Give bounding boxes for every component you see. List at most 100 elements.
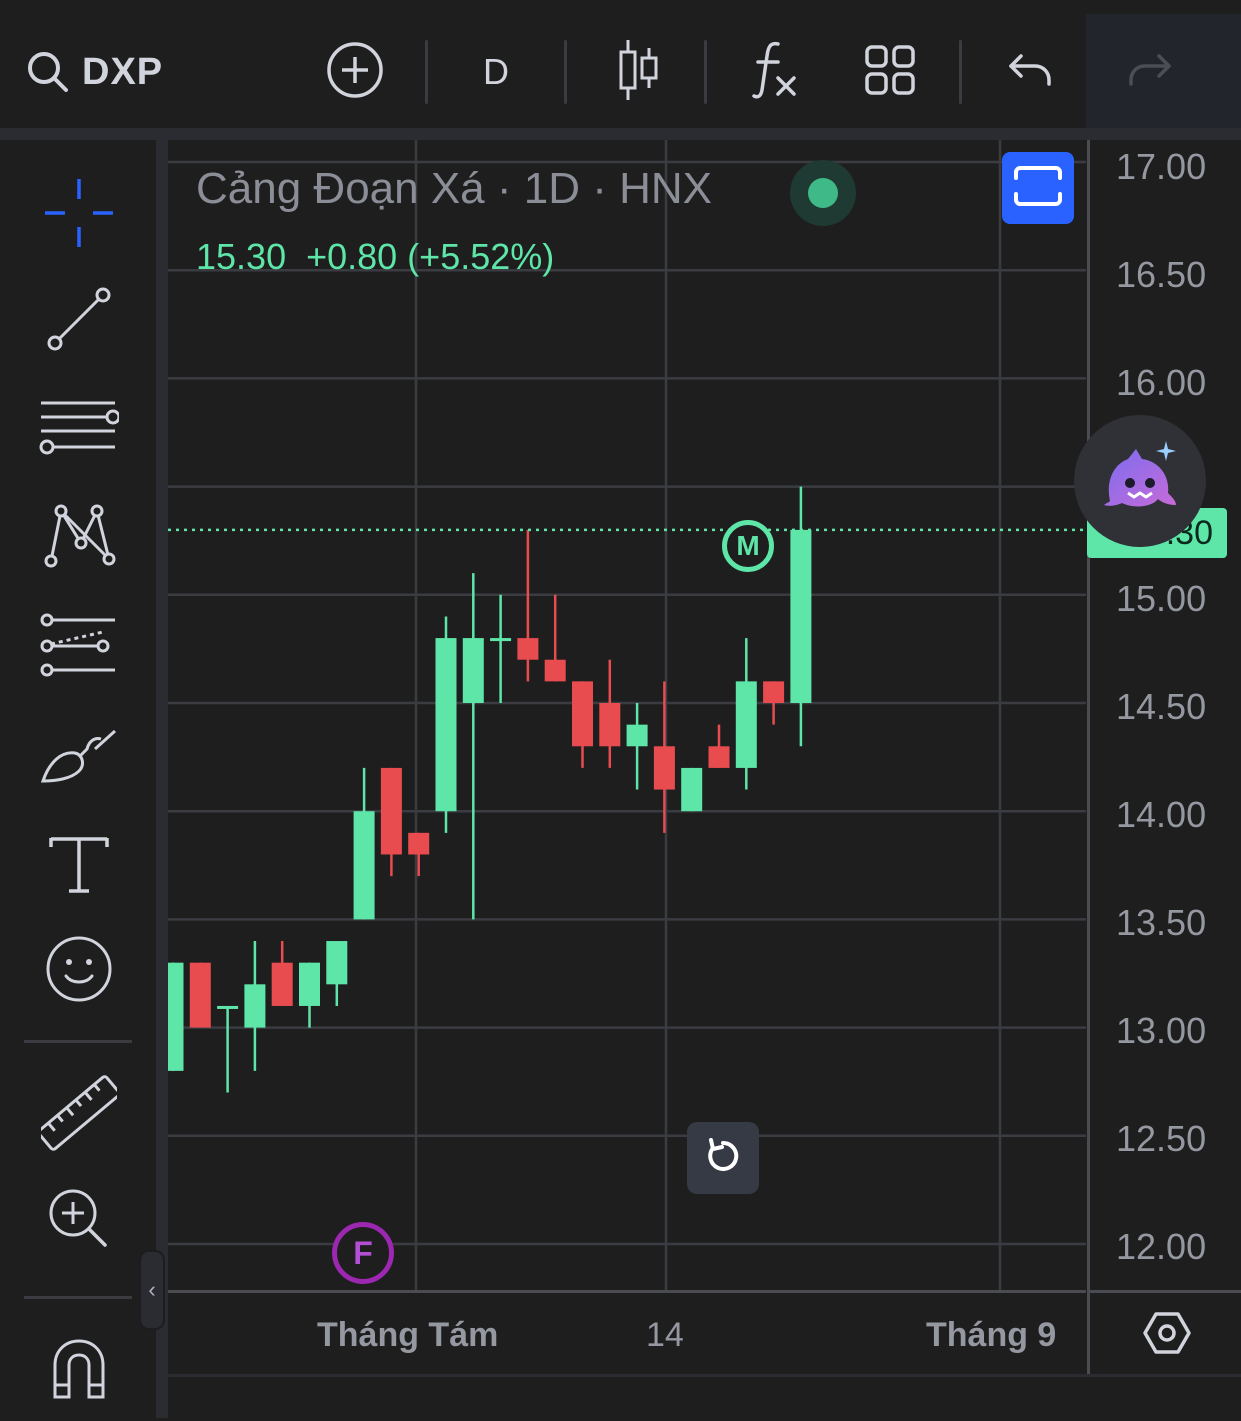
bottom-panel — [168, 1374, 1241, 1421]
text-tool[interactable] — [38, 826, 120, 908]
candle-body — [299, 962, 320, 1006]
candle-body — [572, 681, 593, 747]
price-label: 13.50 — [1116, 902, 1207, 943]
price-label: 12.50 — [1116, 1118, 1207, 1159]
price-label: 16.00 — [1116, 362, 1207, 403]
topbar-divider — [0, 128, 1241, 140]
price-label: 14.50 — [1116, 686, 1207, 727]
time-label: 14 — [646, 1316, 684, 1354]
symbol-search-button[interactable]: DXP — [24, 34, 184, 110]
price-label: 15.00 — [1116, 578, 1207, 619]
forecast-icon — [39, 612, 119, 683]
candle-body — [763, 681, 785, 703]
crosshair-icon — [41, 175, 117, 256]
candle-body — [244, 984, 266, 1028]
chart-settings-button[interactable] — [1087, 1290, 1241, 1377]
dividend-marker[interactable]: F — [332, 1222, 394, 1284]
candle-body — [217, 1005, 239, 1009]
time-label: Tháng Tám — [317, 1316, 499, 1354]
top-toolbar: DXP D — [0, 0, 1241, 128]
compare-add-button[interactable] — [322, 34, 388, 110]
reset-icon — [703, 1136, 743, 1181]
candlestick-chart — [168, 140, 1086, 1290]
chevron-left-icon: ‹ — [148, 1277, 156, 1302]
chart-type-button[interactable] — [606, 34, 670, 110]
candle-body — [435, 638, 457, 812]
drawing-toolbar — [0, 140, 156, 1418]
toolbar-divider — [156, 140, 168, 1418]
fib-tool[interactable] — [38, 390, 121, 472]
price-label: 13.00 — [1116, 1010, 1207, 1051]
candle-body — [626, 724, 648, 747]
candle-body — [708, 746, 730, 768]
magnet-icon — [49, 1337, 109, 1406]
candle-body — [599, 703, 621, 747]
candle-body — [490, 638, 512, 642]
candle-body — [681, 767, 703, 812]
zoom-tool[interactable] — [38, 1180, 120, 1262]
price-label: 12.00 — [1116, 1226, 1207, 1267]
brush-icon — [39, 727, 119, 792]
candle-body — [544, 659, 566, 682]
indicators-button[interactable] — [746, 34, 806, 110]
symbol-name: DXP — [82, 50, 164, 93]
candle-body — [462, 638, 484, 703]
search-icon — [24, 48, 72, 96]
pattern-tool[interactable] — [38, 496, 120, 578]
zoom-in-icon — [47, 1187, 111, 1256]
candle-body — [790, 529, 812, 703]
earnings-marker[interactable]: M — [722, 520, 774, 572]
assistant-bot-button[interactable] — [1074, 415, 1206, 547]
emoji-tool[interactable] — [38, 930, 120, 1012]
time-label: Tháng 9 — [926, 1316, 1057, 1354]
chart-pane[interactable] — [168, 140, 1086, 1290]
legend-price: 15.30 +0.80 (+5.52%) — [196, 236, 555, 277]
fullscreen-button[interactable] — [1002, 152, 1074, 224]
candle-body — [408, 832, 430, 855]
collapse-toolbar-button[interactable]: ‹ — [139, 1250, 165, 1330]
crosshair-tool[interactable] — [38, 174, 120, 256]
fullscreen-icon — [1012, 164, 1064, 213]
toolbar-separator — [24, 1040, 132, 1043]
toolbar-separator — [564, 40, 567, 104]
magnet-tool[interactable] — [38, 1330, 120, 1412]
candle-body — [189, 962, 211, 1028]
redo-icon — [1127, 50, 1173, 95]
toolbar-separator — [704, 40, 707, 104]
brush-tool[interactable] — [38, 718, 120, 800]
candle-body — [653, 746, 675, 790]
candle-body — [271, 962, 293, 1006]
pattern-icon — [41, 499, 117, 576]
bot-mascot-icon — [1092, 431, 1188, 532]
candle-body — [168, 962, 184, 1071]
settings-hexagon-icon — [1143, 1311, 1191, 1360]
horizontal-lines-icon — [39, 397, 121, 466]
toolbar-separator — [24, 1296, 132, 1299]
toolbar-separator — [959, 40, 962, 104]
candles-icon — [613, 38, 663, 107]
redo-area — [1086, 14, 1241, 128]
chart-legend: Cảng Đoạn Xá · 1D · HNX 15.30 +0.80 (+5.… — [196, 164, 712, 277]
forecast-tool[interactable] — [38, 606, 120, 688]
trend-line-tool[interactable] — [38, 280, 120, 362]
undo-button[interactable] — [1000, 34, 1060, 110]
market-status-indicator[interactable] — [790, 160, 856, 226]
add-circle-icon — [325, 40, 385, 105]
redo-button[interactable] — [1120, 34, 1180, 110]
fx-icon — [748, 38, 804, 107]
price-label: 17.00 — [1116, 146, 1207, 187]
ruler-icon — [37, 1074, 121, 1156]
interval-button[interactable]: D — [466, 34, 526, 110]
candle-body — [353, 811, 375, 920]
layout-button[interactable] — [860, 34, 920, 110]
undo-icon — [1007, 50, 1053, 95]
ruler-tool[interactable] — [37, 1074, 121, 1156]
layout-grid-icon — [864, 44, 916, 101]
trend-line-icon — [43, 283, 115, 360]
price-axis[interactable]: 17.00 16.50 16.00 15.00 14.50 14.00 13.5… — [1087, 140, 1241, 1290]
toolbar-separator — [425, 40, 428, 104]
reset-chart-button[interactable] — [687, 1122, 759, 1194]
candle-body — [326, 941, 348, 985]
live-dot-icon — [808, 178, 838, 208]
smiley-icon — [44, 934, 114, 1009]
